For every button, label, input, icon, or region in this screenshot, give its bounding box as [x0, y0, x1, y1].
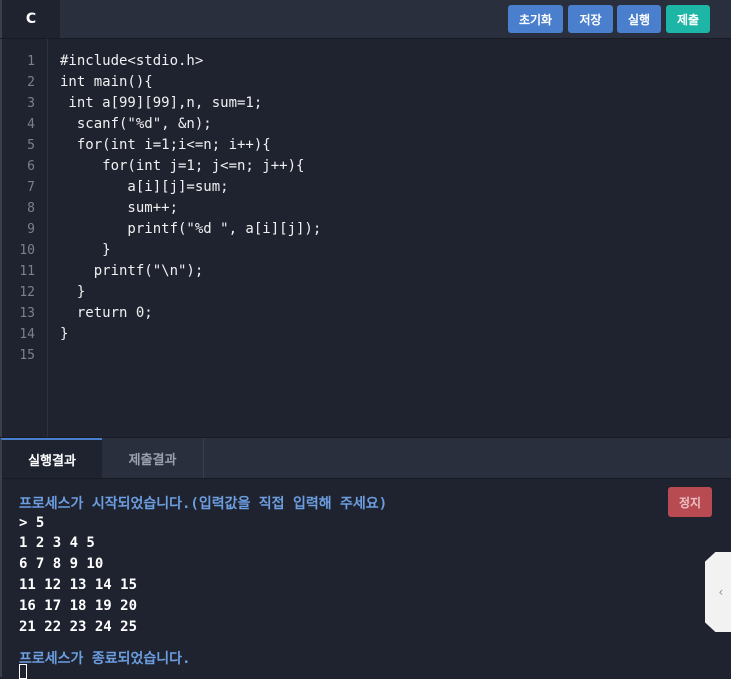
chevron-left-icon: ‹ — [717, 585, 725, 599]
code-line: #include<stdio.h> — [60, 53, 204, 69]
console-output-line: 16 17 18 19 20 — [19, 598, 138, 614]
line-number: 15 — [19, 348, 35, 363]
line-number: 13 — [19, 306, 35, 321]
code-line: printf("%d ", a[i][j]); — [60, 221, 322, 237]
output-panel: 실행결과 제출결과 정지 프로세스가 시작되었습니다.(입력값을 직접 입력해 … — [0, 437, 731, 679]
line-number: 4 — [27, 117, 35, 132]
console-output[interactable]: 정지 프로세스가 시작되었습니다.(입력값을 직접 입력해 주세요) > 5 1… — [0, 478, 731, 679]
toolbar: C 초기화 저장 실행 제출 — [0, 0, 731, 39]
code-editor[interactable]: 1 2 3 4 5 6 7 8 9 10 11 12 13 14 15 #inc… — [0, 39, 731, 437]
tab-submit-result[interactable]: 제출결과 — [102, 438, 204, 478]
ide-window: C 초기화 저장 실행 제출 1 2 3 4 5 6 7 8 9 10 11 1… — [0, 0, 731, 679]
code-line: for(int j=1; j<=n; j++){ — [60, 158, 305, 174]
side-panel-toggle[interactable]: ‹ — [705, 552, 731, 632]
console-output-line: 21 22 23 24 25 — [19, 619, 138, 635]
code-line: int main(){ — [60, 74, 153, 90]
code-line: a[i][j]=sum; — [60, 179, 229, 195]
submit-button[interactable]: 제출 — [666, 5, 710, 33]
code-line: printf("\n"); — [60, 263, 204, 279]
code-line: } — [60, 284, 86, 300]
console-output-line: 6 7 8 9 10 — [19, 556, 104, 572]
code-line: } — [60, 242, 111, 258]
line-number: 10 — [19, 243, 35, 258]
line-number: 2 — [27, 75, 35, 90]
line-number: 3 — [27, 96, 35, 111]
process-start-message: 프로세스가 시작되었습니다.(입력값을 직접 입력해 주세요) — [19, 496, 388, 512]
line-number: 9 — [27, 222, 35, 237]
line-number: 14 — [19, 327, 35, 342]
console-output-line: 11 12 13 14 15 — [19, 577, 138, 593]
code-line: scanf("%d", &n); — [60, 116, 212, 132]
process-end-message: 프로세스가 종료되었습니다. — [19, 651, 191, 667]
save-button[interactable]: 저장 — [568, 5, 613, 33]
stop-button[interactable]: 정지 — [668, 487, 712, 517]
language-tab[interactable]: C — [0, 0, 60, 38]
console-input-line: > 5 — [19, 515, 45, 531]
tab-run-result[interactable]: 실행결과 — [0, 438, 102, 478]
line-number: 5 — [27, 138, 35, 153]
code-line: } — [60, 326, 69, 342]
console-output-line: 1 2 3 4 5 — [19, 535, 95, 551]
code-line: for(int i=1;i<=n; i++){ — [60, 137, 271, 153]
line-number: 8 — [27, 201, 35, 216]
code-line: sum++; — [60, 200, 179, 216]
line-number: 11 — [19, 264, 35, 279]
code-line: return 0; — [60, 305, 153, 321]
line-number: 12 — [19, 285, 35, 300]
line-number: 6 — [27, 159, 35, 174]
reset-button[interactable]: 초기화 — [508, 5, 563, 33]
run-button[interactable]: 실행 — [617, 5, 661, 33]
line-number: 1 — [27, 54, 35, 69]
line-number-gutter: 1 2 3 4 5 6 7 8 9 10 11 12 13 14 15 — [0, 39, 48, 437]
code-line: int a[99][99],n, sum=1; — [60, 95, 263, 111]
line-number: 7 — [27, 180, 35, 195]
output-tabs: 실행결과 제출결과 — [0, 437, 731, 479]
